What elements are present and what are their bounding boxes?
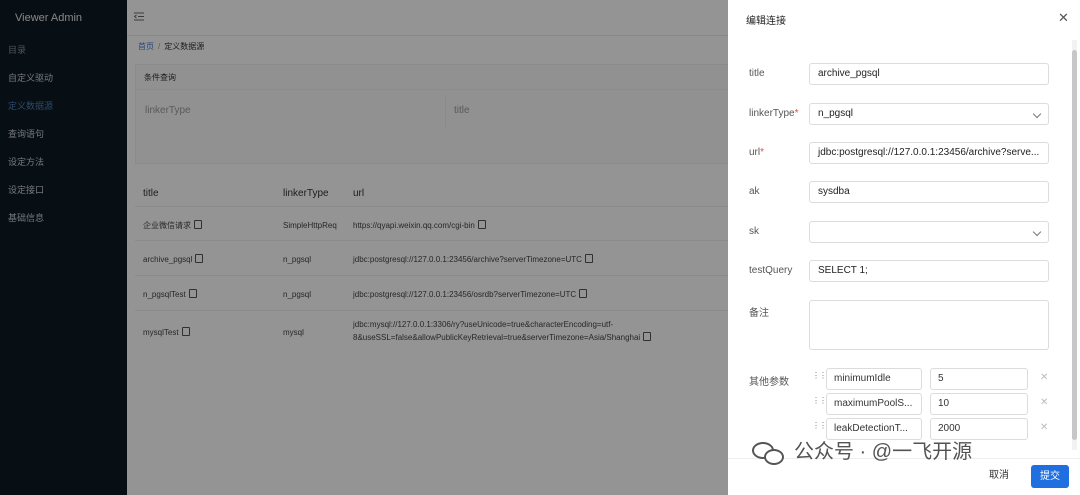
param-value-input[interactable]: 10 <box>930 393 1028 415</box>
linkertype-value: n_pgsql <box>818 108 854 119</box>
testquery-label: testQuery <box>749 265 793 276</box>
chevron-down-icon <box>1032 227 1042 237</box>
linkertype-select[interactable]: n_pgsql <box>809 103 1049 125</box>
url-input[interactable]: jdbc:postgresql://127.0.0.1:23456/archiv… <box>809 142 1049 164</box>
param-key-input[interactable]: maximumPoolS... <box>826 393 922 415</box>
watermark: 公众号 · @一飞开源 <box>752 435 972 471</box>
param-value-input[interactable]: 5 <box>930 368 1028 390</box>
testquery-input[interactable]: SELECT 1; <box>809 260 1049 282</box>
title-input[interactable]: archive_pgsql <box>809 63 1049 85</box>
drag-handle-icon[interactable]: ⋮⋮ <box>812 397 827 408</box>
wechat-logo-icon <box>752 440 786 466</box>
chevron-down-icon <box>1032 109 1042 119</box>
remove-param-icon[interactable]: ✕ <box>1040 422 1048 433</box>
required-mark: * <box>794 108 799 119</box>
ak-label: ak <box>749 186 760 197</box>
submit-button[interactable]: 提交 <box>1031 465 1069 488</box>
close-icon[interactable]: ✕ <box>1058 10 1069 26</box>
remove-param-icon[interactable]: ✕ <box>1040 397 1048 408</box>
param-key-input[interactable]: minimumIdle <box>826 368 922 390</box>
params-label: 其他参数 <box>749 377 789 388</box>
scrollbar-thumb[interactable] <box>1072 50 1077 440</box>
remove-param-icon[interactable]: ✕ <box>1040 372 1048 383</box>
sk-select[interactable] <box>809 221 1049 243</box>
linkertype-label: linkerType <box>749 108 795 119</box>
remark-label: 备注 <box>749 308 769 319</box>
required-mark: * <box>760 147 765 158</box>
title-label: title <box>749 68 765 79</box>
modal-overlay[interactable] <box>0 0 728 495</box>
ak-input[interactable]: sysdba <box>809 181 1049 203</box>
remark-textarea[interactable] <box>809 300 1049 350</box>
drag-handle-icon[interactable]: ⋮⋮ <box>812 422 827 433</box>
edit-connection-drawer: 编辑连接 ✕ title archive_pgsql linkerType* n… <box>728 0 1080 495</box>
drag-handle-icon[interactable]: ⋮⋮ <box>812 372 827 383</box>
drawer-scrollbar[interactable] <box>1072 40 1077 450</box>
watermark-text: 公众号 · @一飞开源 <box>794 441 973 463</box>
drawer-title: 编辑连接 <box>746 16 786 27</box>
url-label: url <box>749 147 761 158</box>
sk-label: sk <box>749 226 759 237</box>
cancel-button[interactable]: 取消 <box>983 465 1015 487</box>
